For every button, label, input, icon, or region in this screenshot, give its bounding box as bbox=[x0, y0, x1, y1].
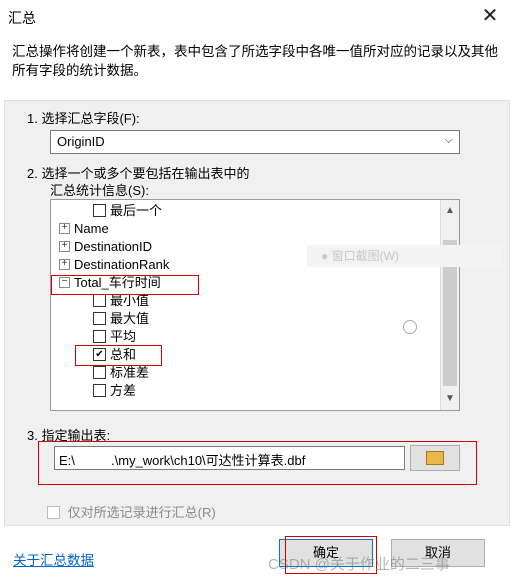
stat-checkbox-row[interactable]: 标准差 bbox=[93, 364, 149, 382]
step1-label: 1. 选择汇总字段(F): bbox=[27, 111, 140, 126]
highlight-total-node bbox=[51, 275, 199, 295]
checkbox-icon[interactable] bbox=[93, 330, 106, 344]
screenshot-hint: ● 窗口截图(W) bbox=[307, 245, 503, 267]
checkbox-icon[interactable] bbox=[93, 384, 106, 398]
checkbox-icon[interactable] bbox=[93, 312, 106, 326]
tree-item-label: 标准差 bbox=[110, 365, 150, 380]
field-node-row[interactable]: + DestinationRank bbox=[59, 256, 169, 274]
expand-icon[interactable]: + bbox=[59, 223, 70, 235]
selected-only-option[interactable]: 仅对所选记录进行汇总(R) bbox=[47, 502, 216, 521]
radio-circle-icon bbox=[403, 320, 417, 334]
tree-item-label: 最后一个 bbox=[110, 203, 163, 218]
statistics-tree[interactable]: 最后一个 + Name + DestinationID + DestinationRank −… bbox=[50, 199, 460, 411]
stat-checkbox-row[interactable]: 方差 bbox=[93, 382, 136, 400]
browse-button[interactable] bbox=[410, 445, 460, 471]
tree-scrollbar[interactable]: ▲ ▼ bbox=[440, 200, 459, 410]
output-table-path: E:\ .\my_work\ch10\可达性计算表.dbf bbox=[59, 453, 306, 468]
title-bar: 汇总 ✕ bbox=[0, 0, 514, 32]
tree-item-label: DestinationID bbox=[74, 239, 153, 254]
selected-only-checkbox[interactable] bbox=[47, 506, 60, 520]
folder-open-icon bbox=[426, 451, 444, 465]
about-summarize-link[interactable]: 关于汇总数据 bbox=[13, 549, 94, 569]
output-table-field[interactable]: E:\ .\my_work\ch10\可达性计算表.dbf bbox=[54, 446, 405, 470]
dialog-description: 汇总操作将创建一个新表，表中包含了所选字段中各唯一值所对应的记录以及其他所有字段… bbox=[12, 44, 498, 78]
highlight-sum-check bbox=[75, 345, 162, 366]
checkbox-icon[interactable] bbox=[93, 204, 106, 218]
expand-icon[interactable]: + bbox=[59, 259, 70, 271]
tree-item-label: 平均 bbox=[110, 329, 137, 344]
tree-item-label: Name bbox=[74, 221, 109, 236]
scroll-up-icon[interactable]: ▲ bbox=[441, 202, 459, 220]
watermark: CSDN @关于作业的二三事 bbox=[268, 556, 450, 573]
stat-checkbox-row[interactable]: 最大值 bbox=[93, 310, 149, 328]
summary-field-select[interactable]: OriginID ⌵ bbox=[50, 130, 460, 154]
selected-only-label: 仅对所选记录进行汇总(R) bbox=[67, 505, 216, 520]
field-node-row[interactable]: + DestinationID bbox=[59, 238, 152, 256]
tree-item-label: 方差 bbox=[110, 383, 137, 398]
stat-checkbox-row[interactable]: 最后一个 bbox=[93, 202, 162, 220]
scroll-down-icon[interactable]: ▼ bbox=[441, 390, 459, 408]
window-title: 汇总 bbox=[8, 10, 36, 26]
tree-item-label: DestinationRank bbox=[74, 257, 170, 272]
tree-item-label: 最小值 bbox=[110, 293, 150, 308]
close-icon[interactable]: ✕ bbox=[476, 2, 504, 30]
checkbox-icon[interactable] bbox=[93, 366, 106, 380]
expand-icon[interactable]: + bbox=[59, 241, 70, 253]
field-node-row[interactable]: + Name bbox=[59, 220, 109, 238]
stat-checkbox-row[interactable]: 平均 bbox=[93, 328, 136, 346]
checkbox-icon[interactable] bbox=[93, 294, 106, 308]
chevron-down-icon[interactable]: ⌵ bbox=[445, 134, 453, 147]
step2-label-cont: 汇总统计信息(S): bbox=[50, 183, 149, 198]
summary-field-value: OriginID bbox=[57, 134, 105, 149]
screenshot-hint-label: 窗口截图(W) bbox=[331, 249, 399, 263]
tree-item-label: 最大值 bbox=[110, 311, 150, 326]
